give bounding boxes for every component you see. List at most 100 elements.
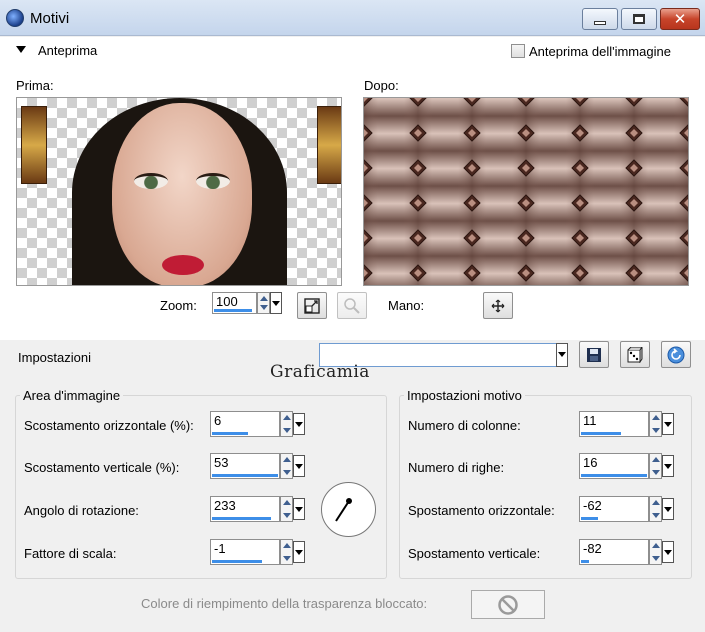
field-spinner[interactable] xyxy=(280,496,293,522)
spin-up-icon xyxy=(283,415,291,420)
minimize-button[interactable] xyxy=(582,8,618,30)
spin-down-icon xyxy=(652,556,660,561)
field-value: 11 xyxy=(583,413,597,428)
field-value: 6 xyxy=(214,413,222,428)
preset-dropdown[interactable] xyxy=(556,343,568,367)
field-value: -82 xyxy=(583,541,602,556)
zoom-value: 100 xyxy=(216,294,238,309)
field-dropdown[interactable] xyxy=(293,498,305,520)
field-spinner[interactable] xyxy=(280,453,293,479)
spin-down-icon xyxy=(652,428,660,433)
spin-up-icon xyxy=(283,500,291,505)
pattern-settings-title: Impostazioni motivo xyxy=(404,388,525,403)
field-dropdown[interactable] xyxy=(662,455,674,477)
spin-up-icon xyxy=(283,457,291,462)
pattern-settings-field-input[interactable]: -62 xyxy=(579,496,649,522)
pattern-settings-field-input[interactable]: -82 xyxy=(579,539,649,565)
window-title: Motivi xyxy=(30,10,70,27)
field-value: 233 xyxy=(214,498,236,513)
field-value: -62 xyxy=(583,498,602,513)
spin-down-icon xyxy=(652,470,660,475)
pattern-svg xyxy=(364,98,688,285)
field-level-bar xyxy=(581,560,589,563)
maximize-icon xyxy=(633,14,645,24)
magnifier-icon xyxy=(344,297,360,314)
field-dropdown[interactable] xyxy=(662,541,674,563)
pattern-settings-field-label: Spostamento orizzontale: xyxy=(408,503,555,518)
field-level-bar xyxy=(581,517,598,520)
spin-down-icon xyxy=(283,428,291,433)
pan-move-icon xyxy=(491,299,505,312)
before-preview-image[interactable] xyxy=(16,97,342,286)
collapse-triangle-icon[interactable] xyxy=(16,46,26,53)
pattern-column-shade xyxy=(364,98,378,285)
transparency-color-swatch[interactable] xyxy=(471,590,545,619)
image-preview-checkbox[interactable] xyxy=(511,44,525,58)
no-symbol-icon xyxy=(498,594,518,615)
before-label: Prima: xyxy=(16,78,54,93)
field-level-bar xyxy=(581,474,647,477)
pattern-settings-field-input[interactable]: 16 xyxy=(579,453,649,479)
zoom-level-bar xyxy=(214,309,252,312)
spin-up-icon xyxy=(260,296,268,301)
dial-needle-icon xyxy=(335,498,352,522)
field-level-bar xyxy=(581,432,621,435)
image-area-field-label: Fattore di scala: xyxy=(24,546,117,561)
spin-down-icon xyxy=(283,470,291,475)
zoom-input[interactable]: 100 xyxy=(212,292,257,314)
randomize-button[interactable] xyxy=(620,341,650,368)
watermark-text: Graficamia xyxy=(270,362,370,382)
spin-down-icon xyxy=(260,305,268,310)
maximize-button[interactable] xyxy=(621,8,657,30)
save-preset-button[interactable] xyxy=(579,341,609,368)
title-bar: Motivi ✕ xyxy=(0,0,705,36)
pattern-settings-field-label: Numero di colonne: xyxy=(408,418,521,433)
field-dropdown[interactable] xyxy=(293,541,305,563)
floppy-disk-icon xyxy=(587,347,601,362)
field-value: -1 xyxy=(214,541,226,556)
image-preview-checkbox-label[interactable]: Anteprima dell'immagine xyxy=(529,44,671,59)
preview-section-label[interactable]: Anteprima xyxy=(38,43,97,58)
reset-button[interactable] xyxy=(661,341,691,368)
image-area-field-input[interactable]: 53 xyxy=(210,453,280,479)
field-spinner[interactable] xyxy=(649,539,662,565)
spin-up-icon xyxy=(652,500,660,505)
spin-up-icon xyxy=(652,415,660,420)
eye-right xyxy=(196,173,230,189)
pattern-settings-field-input[interactable]: 11 xyxy=(579,411,649,437)
field-value: 53 xyxy=(214,455,229,470)
field-dropdown[interactable] xyxy=(662,413,674,435)
field-level-bar xyxy=(212,560,262,563)
pattern-settings-field-label: Spostamento verticale: xyxy=(408,546,541,561)
spin-up-icon xyxy=(652,457,660,462)
pan-button[interactable] xyxy=(483,292,513,319)
field-level-bar xyxy=(212,517,271,520)
image-area-field-input[interactable]: 6 xyxy=(210,411,280,437)
settings-label: Impostazioni xyxy=(18,350,91,365)
zoom-fit-button[interactable] xyxy=(297,292,327,319)
pattern-settings-field-label: Numero di righe: xyxy=(408,460,505,475)
field-spinner[interactable] xyxy=(280,539,293,565)
field-spinner[interactable] xyxy=(649,453,662,479)
zoom-actual-button[interactable] xyxy=(337,292,367,319)
rotation-dial[interactable] xyxy=(321,482,376,537)
image-area-field-label: Angolo di rotazione: xyxy=(24,503,139,518)
ornament-right xyxy=(317,106,341,184)
image-area-field-input[interactable]: 233 xyxy=(210,496,280,522)
field-spinner[interactable] xyxy=(649,411,662,437)
spin-up-icon xyxy=(652,543,660,548)
field-spinner[interactable] xyxy=(649,496,662,522)
close-button[interactable]: ✕ xyxy=(660,8,700,30)
field-spinner[interactable] xyxy=(280,411,293,437)
eye-left xyxy=(134,173,168,189)
field-dropdown[interactable] xyxy=(293,413,305,435)
image-area-field-input[interactable]: -1 xyxy=(210,539,280,565)
field-dropdown[interactable] xyxy=(662,498,674,520)
spin-down-icon xyxy=(283,556,291,561)
field-dropdown[interactable] xyxy=(293,455,305,477)
zoom-spinner[interactable] xyxy=(257,292,270,314)
fit-window-icon xyxy=(304,297,320,314)
zoom-label: Zoom: xyxy=(160,298,197,313)
field-level-bar xyxy=(212,474,278,477)
zoom-dropdown[interactable] xyxy=(270,292,282,314)
